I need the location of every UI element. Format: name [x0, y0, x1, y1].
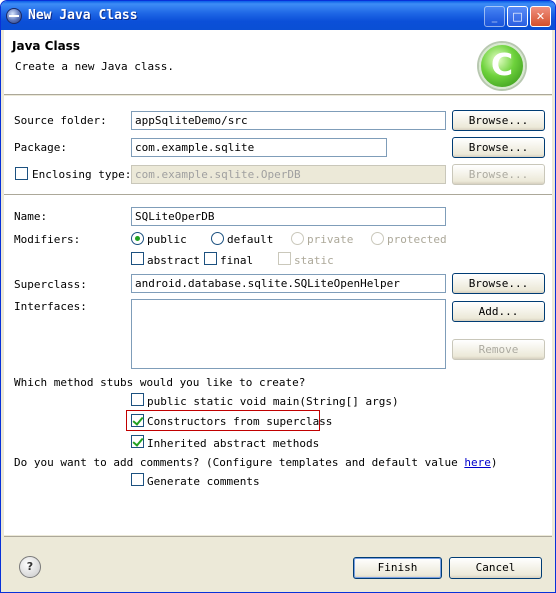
modifier-final-label: final — [220, 254, 254, 267]
inherited-methods-checkbox[interactable] — [131, 435, 144, 448]
interfaces-label: Interfaces: — [14, 300, 87, 313]
banner-title: Java Class — [12, 39, 80, 53]
maximize-button[interactable]: □ — [507, 6, 528, 27]
eclipse-icon — [6, 8, 22, 24]
interfaces-remove-button[interactable]: Remove — [452, 339, 545, 360]
minimize-button[interactable]: _ — [484, 6, 505, 27]
modifier-default-radio[interactable] — [211, 232, 224, 245]
interfaces-list[interactable] — [131, 299, 446, 369]
modifier-private-radio[interactable] — [291, 232, 304, 245]
generate-comments-label: Generate comments — [147, 475, 260, 488]
source-folder-field[interactable]: appSqliteDemo/src — [131, 111, 446, 130]
close-button[interactable]: ✕ — [530, 6, 551, 27]
inherited-methods-label: Inherited abstract methods — [147, 437, 320, 450]
modifier-private-label: private — [307, 233, 354, 246]
enclosing-type-label: Enclosing type: — [32, 168, 132, 181]
superclass-browse-button[interactable]: Browse... — [452, 273, 545, 294]
modifier-final-checkbox[interactable] — [204, 252, 217, 265]
package-label: Package: — [14, 141, 67, 154]
new-java-class-dialog: New Java Class _ □ ✕ Java Class Create a… — [0, 0, 556, 593]
modifier-abstract-checkbox[interactable] — [131, 252, 144, 265]
enclosing-type-browse-button[interactable]: Browse... — [452, 164, 545, 185]
comments-question-close: ) — [490, 456, 498, 469]
superclass-field[interactable]: android.database.sqlite.SQLiteOpenHelper — [131, 274, 446, 293]
banner-description: Create a new Java class. — [15, 60, 174, 73]
comments-question-text: Do you want to add comments? (Configure … — [14, 456, 465, 469]
java-class-wizard-icon: C — [479, 43, 525, 89]
package-browse-button[interactable]: Browse... — [452, 137, 545, 158]
title-bar[interactable]: New Java Class _ □ ✕ — [1, 1, 555, 30]
package-field[interactable]: com.example.sqlite — [131, 138, 387, 157]
finish-button[interactable]: Finish — [353, 557, 442, 579]
help-icon[interactable]: ? — [19, 556, 41, 578]
constructors-label: Constructors from superclass — [147, 415, 333, 428]
modifier-public-label: public — [147, 233, 187, 246]
modifier-abstract-label: abstract — [147, 254, 200, 267]
source-folder-browse-button[interactable]: Browse... — [452, 110, 545, 131]
comments-question: Do you want to add comments? (Configure … — [14, 456, 497, 469]
configure-templates-link[interactable]: here — [464, 456, 491, 469]
modifier-public-radio[interactable] — [131, 232, 144, 245]
modifier-default-label: default — [227, 233, 274, 246]
modifier-static-checkbox[interactable] — [278, 252, 291, 265]
name-field[interactable]: SQLiteOperDB — [131, 207, 446, 226]
name-label: Name: — [14, 210, 48, 223]
cancel-button[interactable]: Cancel — [449, 557, 542, 579]
footer-separator — [4, 536, 552, 537]
modifier-static-label: static — [294, 254, 334, 267]
form-area: Source folder: appSqliteDemo/src Browse.… — [4, 96, 552, 535]
modifiers-label: Modifiers: — [14, 233, 81, 246]
modifier-protected-label: protected — [387, 233, 447, 246]
enclosing-type-checkbox[interactable] — [15, 167, 28, 180]
generate-comments-checkbox[interactable] — [131, 473, 144, 486]
superclass-label: Superclass: — [14, 278, 87, 291]
interfaces-add-button[interactable]: Add... — [452, 301, 545, 322]
enclosing-type-field[interactable]: com.example.sqlite.OperDB — [131, 165, 446, 184]
main-method-checkbox[interactable] — [131, 393, 144, 406]
method-stubs-question: Which method stubs would you like to cre… — [14, 376, 306, 389]
constructors-checkbox[interactable] — [131, 414, 144, 427]
main-method-label: public static void main(String[] args) — [147, 395, 399, 408]
source-folder-label: Source folder: — [14, 114, 107, 127]
window-title: New Java Class — [28, 8, 138, 23]
separator — [4, 194, 552, 195]
modifier-protected-radio[interactable] — [371, 232, 384, 245]
wizard-banner: Java Class Create a new Java class. C — [4, 30, 552, 95]
